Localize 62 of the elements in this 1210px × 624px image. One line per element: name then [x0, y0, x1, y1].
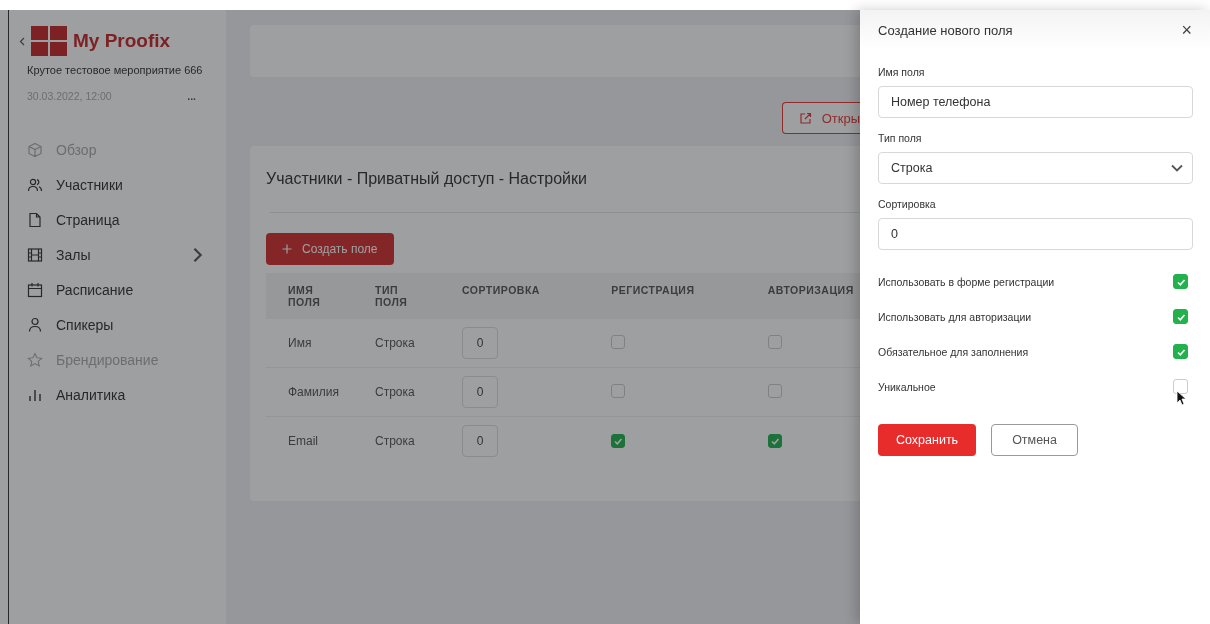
- table-cell: Имя: [266, 319, 353, 368]
- input-field[interactable]: Номер телефона: [878, 86, 1193, 118]
- sort-input[interactable]: 0: [462, 376, 498, 408]
- table-cell: Фамилия: [266, 367, 353, 417]
- cube-icon: [27, 141, 43, 158]
- column-header: АВТОРИЗАЦИЯ: [745, 273, 860, 319]
- users-icon: [27, 176, 43, 193]
- close-button[interactable]: ×: [1181, 19, 1192, 41]
- table-cell: Строка: [353, 416, 440, 465]
- star-icon: [27, 351, 43, 368]
- sidebar-item[interactable]: Аналитика: [9, 377, 226, 412]
- option-label: Обязательное для заполнения: [878, 345, 1029, 358]
- cancel-button[interactable]: Отмена: [991, 424, 1078, 456]
- save-button[interactable]: Сохранить: [878, 424, 977, 456]
- checkbox[interactable]: [1173, 379, 1188, 394]
- more-button[interactable]: ...: [187, 90, 196, 102]
- table-cell: Email: [266, 416, 353, 465]
- column-header: РЕГИСТРАЦИЯ: [589, 273, 746, 319]
- cursor-icon: [1176, 390, 1186, 406]
- document-icon: [27, 211, 43, 228]
- field-label: Сортировка: [878, 198, 937, 210]
- film-icon: [27, 246, 43, 263]
- checkbox[interactable]: [611, 433, 626, 448]
- column-header: ТИП ПОЛЯ: [353, 273, 440, 319]
- option-label: Использовать в форме регистрации: [878, 275, 1055, 288]
- sidebar-item[interactable]: Залы: [9, 237, 226, 272]
- table-cell: Строка: [353, 367, 440, 417]
- select-field[interactable]: Строка: [878, 152, 1193, 184]
- checkbox[interactable]: [767, 433, 782, 448]
- checkbox[interactable]: [1173, 309, 1188, 324]
- checkbox[interactable]: [767, 334, 782, 349]
- card-title: Участники - Приватный доступ - Настройки: [266, 170, 588, 188]
- input-field[interactable]: 0: [878, 218, 1193, 250]
- create-field-button[interactable]: Создать поле: [266, 233, 394, 265]
- option-label: Использовать для авторизации: [878, 310, 1032, 323]
- column-header: ИМЯ ПОЛЯ: [266, 273, 353, 319]
- panel-title: Создание нового поля: [878, 22, 1013, 38]
- calendar-icon: [27, 281, 43, 298]
- option-label: Уникальное: [878, 380, 936, 393]
- open-button[interactable]: Откры: [781, 102, 860, 134]
- sidebar-item[interactable]: Участники: [9, 167, 226, 202]
- checkbox[interactable]: [611, 383, 626, 398]
- sidebar-item[interactable]: Страница: [9, 202, 226, 237]
- checkbox[interactable]: [1173, 344, 1188, 359]
- sort-input[interactable]: 0: [462, 327, 498, 359]
- plus-icon: [282, 244, 292, 254]
- back-chevron-icon[interactable]: [19, 36, 25, 46]
- external-link-icon: [798, 111, 812, 125]
- logo-icon: [31, 26, 67, 56]
- column-header: СОРТИРОВКА: [440, 273, 590, 319]
- sidebar-item[interactable]: Спикеры: [9, 307, 226, 342]
- checkbox[interactable]: [767, 383, 782, 398]
- event-name: Крутое тестовое мероприятие 666: [26, 63, 204, 76]
- checkbox[interactable]: [1173, 274, 1188, 289]
- brand-name: My Proofix: [73, 30, 171, 52]
- field-label: Имя поля: [878, 66, 926, 78]
- checkbox[interactable]: [611, 334, 626, 349]
- user-icon: [27, 316, 43, 333]
- field-label: Тип поля: [878, 132, 923, 144]
- sort-input[interactable]: 0: [462, 425, 498, 457]
- sidebar-item[interactable]: Расписание: [9, 272, 226, 307]
- table-cell: Строка: [353, 319, 440, 368]
